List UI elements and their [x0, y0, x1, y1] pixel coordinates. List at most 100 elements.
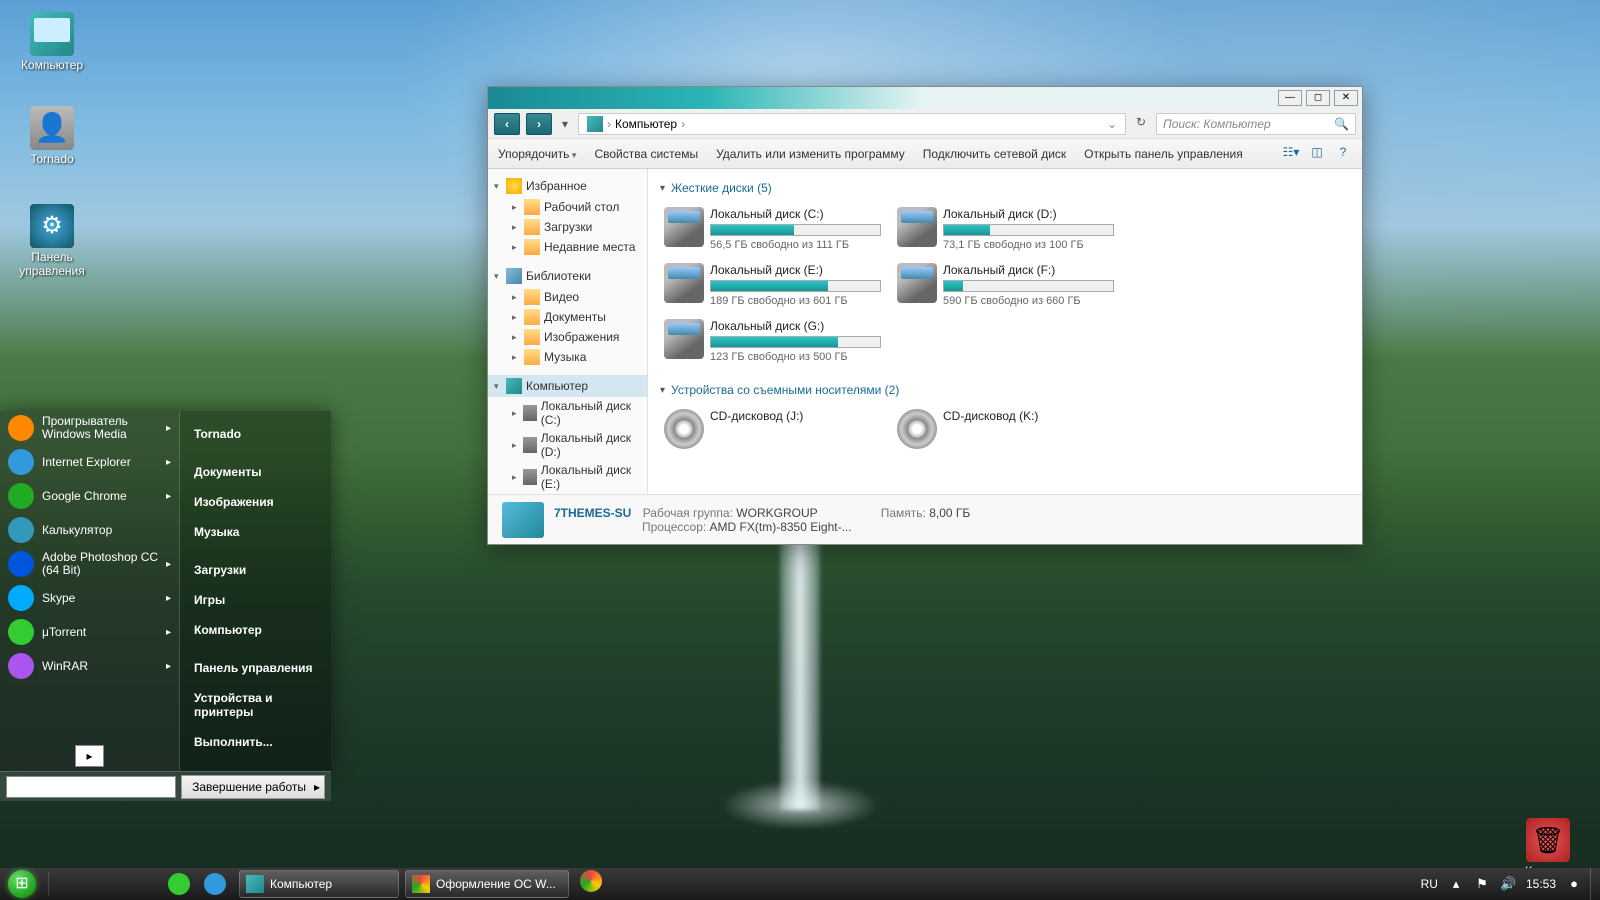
- desktop-icon-computer[interactable]: Компьютер: [14, 12, 90, 72]
- all-programs[interactable]: ▸: [0, 741, 179, 771]
- nav-label: Локальный диск (E:): [541, 463, 641, 491]
- toolbar-organize[interactable]: Упорядочить: [498, 147, 576, 161]
- expand-icon: ▸: [512, 440, 523, 451]
- nav-item[interactable]: ▸Загрузки: [488, 217, 647, 237]
- startmenu-place-music[interactable]: Музыка: [180, 517, 331, 547]
- content-pane: Жесткие диски (5) Локальный диск (C:)56,5…: [648, 169, 1362, 494]
- nav-label: Недавние места: [544, 240, 635, 254]
- view-options-button[interactable]: ☷▾: [1282, 145, 1300, 163]
- shutdown-button[interactable]: Завершение работы: [181, 775, 325, 799]
- desktop-icon-control-panel[interactable]: Панель управления: [14, 204, 90, 278]
- startmenu-skype[interactable]: Skype▸: [0, 581, 179, 615]
- show-desktop-button[interactable]: [1590, 868, 1600, 900]
- preview-pane-button[interactable]: ◫: [1308, 145, 1326, 163]
- drive-name: CD-дисковод (J:): [710, 409, 881, 423]
- volume-icon[interactable]: 🔊: [1500, 876, 1516, 892]
- startmenu-place-downloads[interactable]: Загрузки: [180, 555, 331, 585]
- toolbar-opencp[interactable]: Открыть панель управления: [1084, 147, 1243, 161]
- nav-item[interactable]: ▸Локальный диск (D:): [488, 429, 647, 461]
- history-dropdown[interactable]: ▾: [558, 117, 572, 131]
- toolbar-mapdrive[interactable]: Подключить сетевой диск: [923, 147, 1066, 161]
- expand-icon: ▸: [512, 222, 524, 233]
- drive-item[interactable]: Локальный диск (D:)73,1 ГБ свободно из 1…: [893, 203, 1118, 255]
- cd-icon: [897, 409, 937, 449]
- desktop-icon-user[interactable]: Tornado: [14, 106, 90, 166]
- nav-group-header[interactable]: ▾Библиотеки: [488, 265, 647, 287]
- nav-item[interactable]: ▸Рабочий стол: [488, 197, 647, 217]
- startmenu-ie[interactable]: Internet Explorer▸: [0, 445, 179, 479]
- forward-button[interactable]: ›: [526, 113, 552, 135]
- nav-item[interactable]: ▸Изображения: [488, 327, 647, 347]
- nav-item[interactable]: ▸Локальный диск (C:): [488, 397, 647, 429]
- memory-label: Память:: [881, 506, 926, 520]
- toolbar-sysprops[interactable]: Свойства системы: [594, 147, 698, 161]
- tray-dot-icon[interactable]: ●: [1566, 876, 1582, 892]
- startmenu-place-computer[interactable]: Компьютер: [180, 615, 331, 645]
- startmenu-calc[interactable]: Калькулятор: [0, 513, 179, 547]
- task-label: Компьютер: [270, 877, 332, 891]
- back-button[interactable]: ‹: [494, 113, 520, 135]
- taskbar-icon-chrome-ico[interactable]: [580, 870, 602, 892]
- taskbar-task-chrome[interactable]: Оформление ОС W...: [405, 870, 569, 898]
- cpu-value: AMD FX(tm)-8350 Eight-...: [710, 520, 852, 534]
- startmenu-place-docs[interactable]: Документы: [180, 457, 331, 487]
- all-programs-button[interactable]: ▸: [75, 745, 103, 767]
- start-search-input[interactable]: [6, 776, 176, 798]
- maximize-button[interactable]: ◻: [1306, 90, 1330, 106]
- startmenu-place-cp[interactable]: Панель управления: [180, 653, 331, 683]
- quick-launch-ie[interactable]: [204, 873, 226, 895]
- fold-icon: [524, 309, 540, 325]
- drive-item[interactable]: Локальный диск (C:)56,5 ГБ свободно из 1…: [660, 203, 885, 255]
- search-input[interactable]: Поиск: Компьютер 🔍: [1156, 113, 1356, 135]
- help-button[interactable]: ?: [1334, 145, 1352, 163]
- titlebar[interactable]: — ◻ ✕: [488, 87, 1362, 109]
- nav-item[interactable]: ▸Недавние места: [488, 237, 647, 257]
- start-menu-bottom: Завершение работы: [0, 771, 331, 801]
- startmenu-place-pics[interactable]: Изображения: [180, 487, 331, 517]
- language-indicator[interactable]: RU: [1421, 877, 1438, 891]
- startmenu-place-run[interactable]: Выполнить...: [180, 727, 331, 757]
- refresh-button[interactable]: ↻: [1132, 115, 1150, 133]
- drive-item[interactable]: CD-дисковод (K:): [893, 405, 1118, 453]
- nav-group-header[interactable]: ▾Избранное: [488, 175, 647, 197]
- start-button[interactable]: [0, 868, 44, 900]
- ps-icon: [8, 551, 34, 577]
- minimize-button[interactable]: —: [1278, 90, 1302, 106]
- nav-group-header[interactable]: ▾Компьютер: [488, 375, 647, 397]
- startmenu-place-devices[interactable]: Устройства и принтеры: [180, 683, 331, 727]
- nav-item[interactable]: ▸Видео: [488, 287, 647, 307]
- breadcrumb[interactable]: › Компьютер › ⌄: [578, 113, 1126, 135]
- action-center-icon[interactable]: ⚑: [1474, 876, 1490, 892]
- startmenu-place-user[interactable]: Tornado: [180, 419, 331, 449]
- group-header[interactable]: Жесткие диски (5): [660, 177, 1350, 199]
- taskbar-task-explorer[interactable]: Компьютер: [239, 870, 399, 898]
- drive-item[interactable]: Локальный диск (F:)590 ГБ свободно из 66…: [893, 259, 1118, 311]
- path-separator-icon: ›: [681, 117, 685, 131]
- icon-label: Панель управления: [14, 250, 90, 278]
- clock[interactable]: 15:53: [1526, 877, 1556, 891]
- drive-name: CD-дисковод (K:): [943, 409, 1114, 423]
- startmenu-wmp[interactable]: Проигрыватель Windows Media▸: [0, 411, 179, 445]
- nav-item[interactable]: ▸Документы: [488, 307, 647, 327]
- group-header[interactable]: Устройства со съемными носителями (2): [660, 379, 1350, 401]
- breadcrumb-item[interactable]: Компьютер: [615, 117, 677, 131]
- tray-expand-icon[interactable]: ▴: [1448, 876, 1464, 892]
- startmenu-chrome[interactable]: Google Chrome▸: [0, 479, 179, 513]
- path-dropdown-icon[interactable]: ⌄: [1107, 117, 1117, 131]
- nav-item[interactable]: ▸Локальный диск (E:): [488, 461, 647, 493]
- capacity-bar: [710, 280, 881, 292]
- nav-item[interactable]: ▸Музыка: [488, 347, 647, 367]
- startmenu-utorrent[interactable]: μTorrent▸: [0, 615, 179, 649]
- toolbar-uninstall[interactable]: Удалить или изменить программу: [716, 147, 905, 161]
- startmenu-place-games[interactable]: Игры: [180, 585, 331, 615]
- quick-launch-utorrent[interactable]: [168, 873, 190, 895]
- menu-item-label: Проигрыватель Windows Media: [42, 415, 166, 441]
- drive-item[interactable]: Локальный диск (E:)189 ГБ свободно из 60…: [660, 259, 885, 311]
- close-button[interactable]: ✕: [1334, 90, 1358, 106]
- startmenu-winrar[interactable]: WinRAR▸: [0, 649, 179, 683]
- drive-item[interactable]: Локальный диск (G:)123 ГБ свободно из 50…: [660, 315, 885, 367]
- fold-icon: [524, 329, 540, 345]
- desktop[interactable]: КомпьютерTornadoПанель управленияКорзина…: [0, 0, 1600, 900]
- drive-item[interactable]: CD-дисковод (J:): [660, 405, 885, 453]
- startmenu-ps[interactable]: Adobe Photoshop CC (64 Bit)▸: [0, 547, 179, 581]
